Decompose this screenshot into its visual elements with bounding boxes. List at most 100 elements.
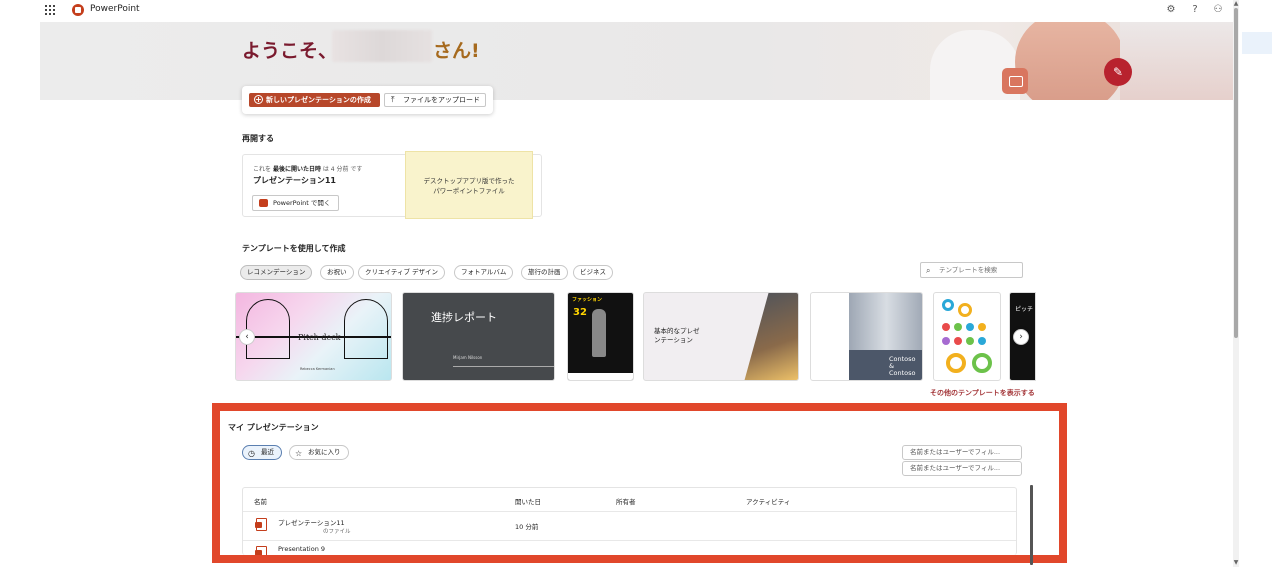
scroll-down-icon[interactable]: ▼ xyxy=(1233,559,1239,566)
resume-file-title[interactable]: プレゼンテーション11 xyxy=(253,175,336,186)
app-launcher-icon[interactable] xyxy=(45,5,55,15)
name-filter-input[interactable]: 名前またはユーザーでフィル... xyxy=(902,461,1022,476)
help-icon[interactable]: ? xyxy=(1189,4,1201,16)
template-title: Contoso & Contoso xyxy=(889,355,916,377)
category-chip-creative-design[interactable]: クリエイティブ デザイン xyxy=(358,265,446,280)
category-chip-business[interactable]: ビジネス xyxy=(573,265,613,280)
more-templates-link[interactable]: その他のテンプレートを表示する xyxy=(930,388,1035,398)
filter-recent-button[interactable]: ◷ 最近 xyxy=(242,445,282,460)
decorative-circle xyxy=(978,337,986,345)
template-card-contoso[interactable]: Contoso & Contoso xyxy=(810,292,923,381)
filter-favorites-label: お気に入り xyxy=(308,448,341,456)
new-presentation-button[interactable]: + 新しいプレゼンテーションの作成 xyxy=(249,93,380,107)
column-header-name[interactable]: 名前 xyxy=(254,496,267,506)
decorative-circle xyxy=(942,299,954,311)
decorative-circle xyxy=(958,303,972,317)
resume-meta: これを 最後に開いた日時 は 4 分前 です xyxy=(253,164,362,173)
welcome-suffix: さん! xyxy=(433,40,480,62)
create-actions: + 新しいプレゼンテーションの作成 ⤒ ファイルをアップロード xyxy=(242,86,493,114)
decorative-circle xyxy=(954,323,962,331)
template-number: 32 xyxy=(573,307,587,318)
open-in-powerpoint-button[interactable]: PowerPoint で開く xyxy=(252,195,339,211)
decorative-circle xyxy=(972,353,992,373)
upload-file-button[interactable]: ⤒ ファイルをアップロード xyxy=(384,93,486,107)
category-chip-travel[interactable]: 旅行の計画 xyxy=(521,265,568,280)
category-chip-celebration[interactable]: お祝い xyxy=(320,265,354,280)
upload-file-label: ファイルをアップロード xyxy=(403,96,480,104)
template-building-image xyxy=(744,293,798,380)
template-title: 進捗レポート xyxy=(431,311,497,324)
welcome-text: ようこそ、 xyxy=(242,40,338,62)
settings-gear-icon[interactable]: ⚙ xyxy=(1165,4,1177,16)
presentations-table: 名前 開いた日 所有者 アクティビティ プレゼンテーション11 のファイル 10… xyxy=(242,487,1017,555)
presentation-icon xyxy=(1002,68,1028,94)
filter-favorites-button[interactable]: ☆ お気に入り xyxy=(289,445,349,460)
decorative-circle xyxy=(946,353,966,373)
row-divider xyxy=(243,540,1016,541)
powerpoint-icon xyxy=(259,199,268,207)
template-card-basic-presentation[interactable]: 基本的なプレゼ ンテーション xyxy=(643,292,799,381)
template-card-fashion[interactable]: ファッション 32 xyxy=(567,292,634,381)
column-header-activity[interactable]: アクティビティ xyxy=(746,496,790,506)
category-chip-photo-album[interactable]: フォトアルバム xyxy=(454,265,514,280)
decorative-circle xyxy=(942,323,950,331)
template-title: ピッチ デ xyxy=(1015,306,1035,313)
decorative-line xyxy=(453,366,554,367)
pen-icon: ✎ xyxy=(1104,58,1132,86)
resume-meta-prefix: これを xyxy=(253,166,272,173)
resume-card[interactable]: これを 最後に開いた日時 は 4 分前 です プレゼンテーション11 Power… xyxy=(242,151,542,219)
template-card-pitch-deck[interactable]: Pitch deck Rebecca Kermanian xyxy=(235,292,392,381)
decorative-circle xyxy=(966,323,974,331)
template-title: 基本的なプレゼ ンテーション xyxy=(654,327,700,344)
template-title: ファッション xyxy=(572,297,603,303)
decorative-circle xyxy=(978,323,986,331)
account-icon[interactable]: ⚇ xyxy=(1212,4,1224,16)
clock-icon: ◷ xyxy=(248,449,255,458)
carousel-next-button[interactable]: › xyxy=(1013,329,1029,345)
powerpoint-logo-icon xyxy=(72,4,84,16)
templates-section-title: テンプレートを使用して作成 xyxy=(242,244,346,253)
file-name[interactable]: Presentation 9 xyxy=(278,545,325,553)
app-name[interactable]: PowerPoint xyxy=(90,4,140,14)
template-footer xyxy=(568,373,633,380)
template-search-placeholder: テンプレートを検索 xyxy=(939,266,998,274)
file-location: のファイル xyxy=(323,529,351,535)
column-header-opened[interactable]: 開いた日 xyxy=(515,496,541,506)
template-subtitle: Rebecca Kermanian xyxy=(300,367,335,371)
star-icon: ☆ xyxy=(295,449,303,458)
open-in-powerpoint-label: PowerPoint で開く xyxy=(273,199,331,207)
sticky-note-text: デスクトップアプリ版で作った パワーポイントファイル xyxy=(423,177,515,195)
category-chip-recommended[interactable]: レコメンデーション xyxy=(240,265,313,280)
carousel-previous-button[interactable]: ‹ xyxy=(239,329,255,345)
resume-meta-suffix: は 4 分前 です xyxy=(322,166,363,173)
scroll-up-icon[interactable]: ▲ xyxy=(1233,0,1239,7)
upload-icon: ⤒ xyxy=(391,95,395,104)
template-subtitle: Mirjam Nilsson xyxy=(453,355,483,360)
template-card-infographic[interactable] xyxy=(933,292,1001,381)
powerpoint-file-icon xyxy=(255,518,267,531)
decorative-shape xyxy=(1120,22,1233,100)
column-header-owner[interactable]: 所有者 xyxy=(616,496,636,506)
page-scrollbar-thumb[interactable] xyxy=(1234,8,1238,338)
new-presentation-label: 新しいプレゼンテーションの作成 xyxy=(266,96,371,104)
template-card-progress-report[interactable]: 進捗レポート Mirjam Nilsson xyxy=(402,292,555,381)
table-scrollbar[interactable] xyxy=(1030,485,1033,565)
sticky-note: デスクトップアプリ版で作った パワーポイントファイル xyxy=(405,151,533,219)
resume-section-title: 再開する xyxy=(242,134,274,143)
decorative-circle xyxy=(942,337,950,345)
side-panel-edge xyxy=(1242,32,1272,54)
plus-icon: + xyxy=(254,95,263,104)
decorative-arc xyxy=(344,299,388,359)
file-opened: 10 分前 xyxy=(515,523,539,531)
file-name[interactable]: プレゼンテーション11 xyxy=(278,517,345,527)
row-divider xyxy=(243,511,1016,512)
decorative-arc xyxy=(246,299,290,359)
template-figure-image xyxy=(592,309,606,357)
resume-meta-bold: 最後に開いた日時 xyxy=(272,166,321,173)
template-title: Pitch deck xyxy=(298,333,341,342)
template-search-input[interactable]: ⌕ テンプレートを検索 xyxy=(920,262,1023,278)
name-filter-input[interactable]: 名前またはユーザーでフィル... xyxy=(902,445,1022,460)
filter-recent-label: 最近 xyxy=(261,448,274,456)
my-presentations-title: マイ プレゼンテーション xyxy=(228,423,319,432)
powerpoint-file-icon xyxy=(255,546,267,555)
